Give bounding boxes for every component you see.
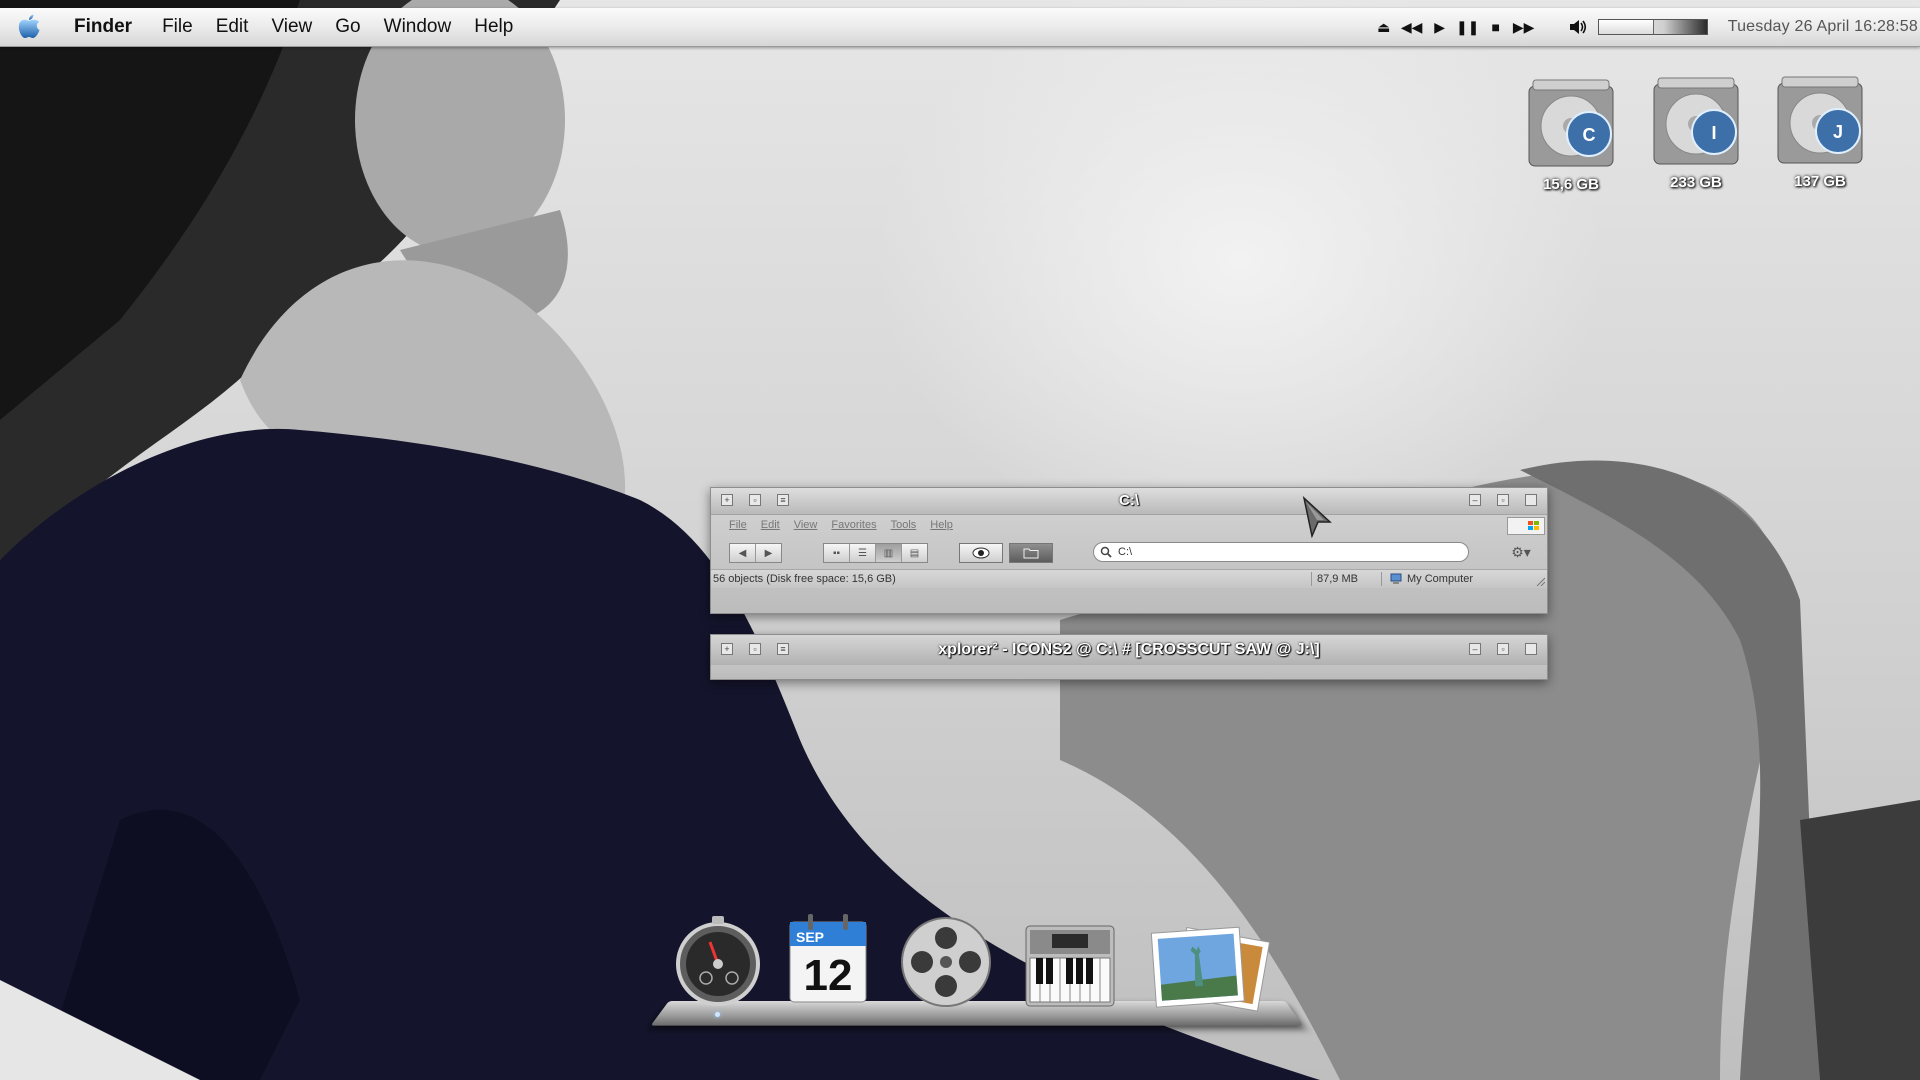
back-arrow-icon[interactable]: ◀ <box>730 544 756 562</box>
drive-letter: C <box>1583 125 1596 145</box>
window-menu-help[interactable]: Help <box>930 519 953 531</box>
drive-size-label: 15,6 GB <box>1543 176 1599 193</box>
new-folder-button[interactable] <box>1009 543 1053 563</box>
hard-drive-icon: J <box>1777 76 1863 164</box>
window-title: xplorer² - ICONS2 @ C:\ # [CROSSCUT SAW … <box>938 641 1320 658</box>
window-minimize-button[interactable]: – <box>1469 494 1481 506</box>
gear-icon[interactable]: ⚙▾ <box>1511 544 1531 560</box>
menubar-clock[interactable]: Tuesday 26 April 16:28:58 <box>1728 18 1920 36</box>
window-close-button[interactable] <box>1525 494 1537 506</box>
status-object-count: 56 objects (Disk free space: 15,6 GB) <box>713 573 896 585</box>
speaker-icon[interactable] <box>1568 18 1588 36</box>
menu-help[interactable]: Help <box>474 8 513 46</box>
calendar-month: SEP <box>796 929 824 945</box>
quick-look-button[interactable] <box>959 543 1003 563</box>
stop-icon[interactable]: ■ <box>1485 16 1507 38</box>
drive-letter: I <box>1711 123 1716 143</box>
window-maximize-button[interactable]: ▫ <box>1497 494 1509 506</box>
address-input[interactable] <box>1116 545 1450 559</box>
desktop-drive-c[interactable]: C 15,6 GB <box>1512 74 1630 194</box>
window-toolbar: ◀ ▶ ▪▪ ☰ ▥ ▤ ⚙▾ <box>711 535 1547 570</box>
status-location-label: My Computer <box>1407 573 1474 585</box>
my-computer-icon <box>1390 573 1402 585</box>
volume-level-fill <box>1598 20 1654 34</box>
dock-running-indicator <box>715 1012 720 1017</box>
eject-icon[interactable]: ⏏ <box>1373 16 1395 38</box>
window-titlebar[interactable]: + ▫ ≡ C:\ – ▫ <box>711 488 1547 515</box>
window-title: C:\ <box>1119 492 1139 509</box>
mouse-cursor-icon <box>1302 496 1332 538</box>
window-minimize-button[interactable]: – <box>1469 643 1481 655</box>
pause-icon[interactable]: ❚❚ <box>1456 16 1479 38</box>
volume-slider[interactable] <box>1597 19 1708 35</box>
eye-icon <box>972 547 990 559</box>
menu-edit[interactable]: Edit <box>216 8 249 46</box>
window-close-button[interactable] <box>1525 643 1537 655</box>
drive-letter: J <box>1833 122 1843 142</box>
desktop-drive-i[interactable]: I 233 GB <box>1637 72 1755 192</box>
fast-forward-icon[interactable]: ▶▶ <box>1513 16 1535 38</box>
drive-size-label: 233 GB <box>1670 174 1722 191</box>
window-menu-bar: File Edit View Favorites Tools Help <box>711 515 1547 535</box>
calendar-day: 12 <box>804 951 853 1000</box>
icon-view-icon[interactable]: ▪▪ <box>824 544 850 562</box>
status-total-size: 87,9 MB <box>1317 573 1358 585</box>
xplorer-window[interactable]: + ▫ ≡ xplorer² - ICONS2 @ C:\ # [CROSSCU… <box>710 634 1548 680</box>
menu-window[interactable]: Window <box>384 8 452 46</box>
status-location: My Computer <box>1389 570 1473 588</box>
rewind-icon[interactable]: ◀◀ <box>1401 16 1423 38</box>
address-bar[interactable] <box>1093 542 1469 562</box>
desktop-drive-j[interactable]: J 137 GB <box>1761 71 1879 191</box>
coverflow-view-icon[interactable]: ▤ <box>902 544 927 562</box>
window-maximize-button[interactable]: ▫ <box>1497 643 1509 655</box>
search-icon <box>1100 546 1112 558</box>
resize-grip-icon[interactable] <box>1535 576 1545 586</box>
hard-drive-icon: C <box>1528 79 1614 167</box>
apple-logo-icon[interactable] <box>14 12 44 42</box>
view-mode-buttons: ▪▪ ☰ ▥ ▤ <box>823 543 928 563</box>
film-reel-icon[interactable] <box>898 914 994 1010</box>
calendar-icon[interactable]: SEP 12 <box>780 910 876 1006</box>
forward-arrow-icon[interactable]: ▶ <box>756 544 781 562</box>
dashboard-icon[interactable] <box>670 912 766 1017</box>
drive-size-label: 137 GB <box>1794 173 1846 190</box>
window-menu-edit[interactable]: Edit <box>761 519 780 531</box>
window-menu-favorites[interactable]: Favorites <box>831 519 876 531</box>
menu-view[interactable]: View <box>271 8 312 46</box>
folder-icon <box>1023 548 1039 559</box>
menu-bar: Finder File Edit View Go Window Help ⏏ ◀… <box>0 8 1920 47</box>
menubar-extras: ⏏ ◀◀ ▶ ❚❚ ■ ▶▶ Tuesday 26 April 16:28:58 <box>1370 8 1920 46</box>
menu-go[interactable]: Go <box>335 8 360 46</box>
photos-icon[interactable] <box>1150 920 1271 1016</box>
nav-buttons: ◀ ▶ <box>729 543 782 563</box>
window-menu-file[interactable]: File <box>729 519 747 531</box>
column-view-icon[interactable]: ▥ <box>876 544 902 562</box>
list-view-icon[interactable]: ☰ <box>850 544 876 562</box>
hard-drive-icon: I <box>1653 77 1739 165</box>
menu-app-finder[interactable]: Finder <box>74 8 132 46</box>
explorer-window[interactable]: + ▫ ≡ C:\ – ▫ File Edit View Favorites T… <box>710 487 1548 614</box>
menu-file[interactable]: File <box>162 8 193 46</box>
window-titlebar[interactable]: + ▫ ≡ xplorer² - ICONS2 @ C:\ # [CROSSCU… <box>711 635 1547 665</box>
windows-flag-icon <box>1507 517 1545 535</box>
window-menu-tools[interactable]: Tools <box>891 519 917 531</box>
window-menu-view[interactable]: View <box>794 519 818 531</box>
piano-keyboard-icon[interactable] <box>1022 916 1118 1012</box>
play-icon[interactable]: ▶ <box>1429 16 1451 38</box>
status-bar: 56 objects (Disk free space: 15,6 GB) 87… <box>711 570 1547 588</box>
